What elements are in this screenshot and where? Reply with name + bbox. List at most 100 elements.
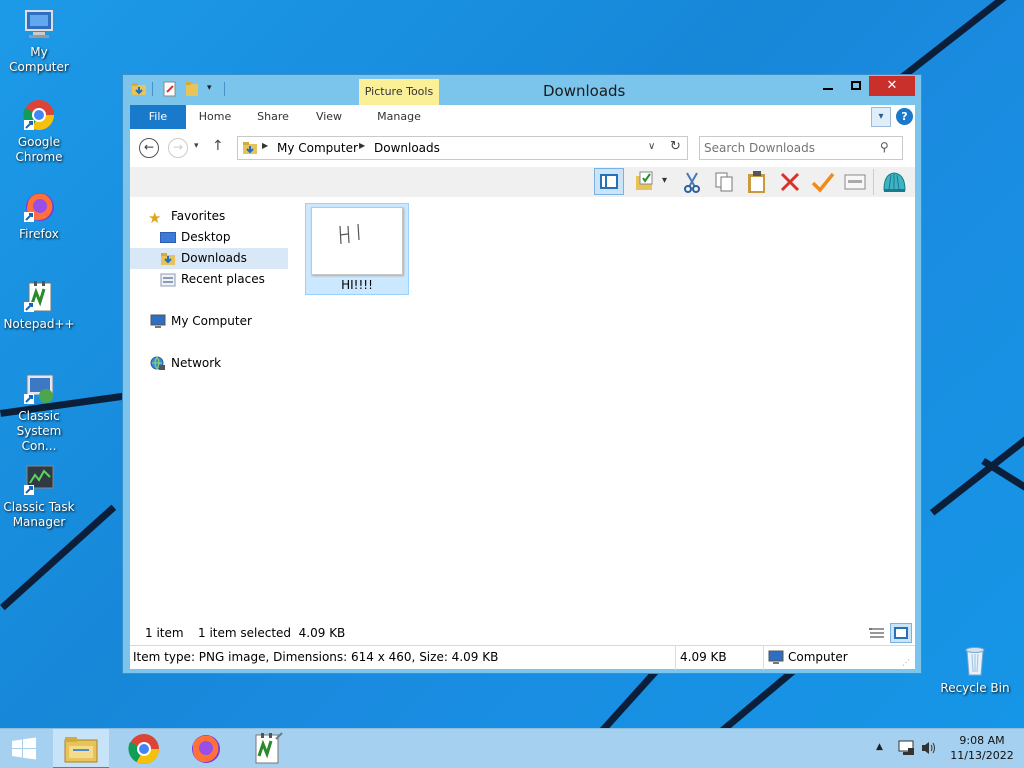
delete-icon[interactable] — [779, 171, 801, 193]
minimize-button[interactable] — [815, 76, 842, 96]
details-view-button[interactable] — [868, 625, 886, 642]
taskbar-firefox[interactable] — [178, 729, 234, 768]
start-button[interactable] — [0, 729, 48, 768]
file-details-info: Item type: PNG image, Dimensions: 614 x … — [133, 650, 499, 664]
tab-share[interactable]: Share — [246, 105, 300, 129]
nav-my-computer[interactable]: My Computer — [130, 311, 288, 332]
cut-icon[interactable] — [682, 171, 702, 193]
tab-manage[interactable]: Manage — [359, 105, 439, 129]
large-icons-view-icon — [894, 627, 908, 639]
forward-button[interactable]: → — [168, 138, 188, 158]
desktop-icon-label: Recycle Bin — [940, 681, 1010, 695]
desktop-icon-label: Firefox — [19, 227, 59, 241]
desktop-icon-classic-task-manager[interactable]: Classic Task Manager — [0, 463, 78, 530]
folder-options-icon[interactable] — [635, 171, 655, 193]
back-button[interactable]: ← — [139, 138, 159, 158]
properties-view-icon[interactable] — [844, 174, 866, 190]
help-button[interactable]: ? — [896, 108, 913, 125]
wallpaper-line — [981, 458, 1024, 496]
nav-desktop[interactable]: Desktop — [130, 227, 288, 248]
nav-network[interactable]: Network — [130, 353, 288, 374]
preview-pane-button[interactable] — [594, 168, 624, 195]
ribbon-expand-button[interactable]: ▾ — [871, 107, 891, 127]
clock-time: 9:08 AM — [959, 734, 1005, 747]
item-count: 1 item — [145, 626, 184, 640]
large-icons-view-button[interactable] — [890, 623, 912, 643]
help-icon: ? — [901, 110, 908, 123]
search-input[interactable] — [704, 139, 874, 157]
windows-logo-icon — [12, 737, 36, 760]
up-button[interactable]: ↑ — [212, 138, 224, 154]
folder-options-dropdown-icon[interactable]: ▾ — [662, 175, 667, 186]
clock-date: 11/13/2022 — [950, 749, 1014, 762]
desktop-icon-my-computer[interactable]: My Computer — [0, 8, 78, 75]
qat-separator — [152, 82, 153, 96]
control-panel-icon — [22, 372, 56, 406]
desktop-icon-label: My Computer — [9, 45, 69, 74]
qat-dropdown-icon[interactable]: ▾ — [207, 83, 212, 93]
file-explorer-icon — [64, 737, 98, 763]
nav-downloads[interactable]: Downloads — [130, 248, 288, 269]
close-button[interactable]: ✕ — [869, 76, 915, 96]
firefox-icon — [192, 735, 220, 763]
desktop-icon-label: Google Chrome — [15, 135, 63, 164]
title-bar[interactable]: ▾ Picture Tools Downloads ✕ — [123, 75, 921, 105]
nav-recent-places[interactable]: Recent places — [130, 269, 288, 290]
network-icon — [150, 356, 166, 371]
search-box[interactable]: ⚲ — [699, 136, 903, 160]
desktop-icon-recycle-bin[interactable]: Recycle Bin — [936, 644, 1014, 696]
desktop-icon-label: Classic Task Manager — [3, 500, 75, 529]
resize-grip-icon[interactable]: ⋰ — [902, 658, 910, 667]
network-tray-icon[interactable] — [897, 740, 915, 756]
show-hidden-icons-button[interactable]: ▲ — [876, 742, 883, 752]
taskbar-notepadpp[interactable] — [240, 729, 296, 768]
paste-icon[interactable] — [746, 170, 768, 194]
breadcrumb-my-computer[interactable]: My Computer — [277, 141, 358, 155]
chevron-up-icon: ▲ — [876, 742, 883, 752]
recent-locations-button[interactable]: ▾ — [194, 141, 199, 151]
taskbar-chrome[interactable] — [116, 729, 172, 768]
address-bar[interactable]: ▶ My Computer ▶ Downloads ∨ ↻ — [237, 136, 688, 160]
navigation-pane: ★ Favorites Desktop Downloads Recent pla… — [130, 197, 288, 621]
selection-info: 1 item selected 4.09 KB — [198, 626, 346, 640]
breadcrumb-downloads[interactable]: Downloads — [374, 141, 440, 155]
breadcrumb-separator-icon: ▶ — [359, 141, 366, 150]
taskbar-file-explorer[interactable] — [53, 729, 109, 768]
downloads-icon — [160, 251, 176, 266]
file-details-location: Computer — [788, 650, 848, 664]
chrome-icon — [22, 98, 56, 132]
explorer-window[interactable]: ▾ Picture Tools Downloads ✕ File Home Sh… — [122, 74, 922, 674]
desktop-icon-label: Notepad++ — [3, 317, 75, 331]
computer-icon — [22, 8, 56, 42]
nav-favorites[interactable]: ★ Favorites — [130, 206, 288, 227]
qat-separator — [224, 82, 225, 96]
desktop-icon-firefox[interactable]: Firefox — [0, 190, 78, 242]
tab-view[interactable]: View — [302, 105, 356, 129]
ribbon-tabs: File Home Share View Manage ▾ ? — [130, 105, 915, 129]
new-folder-icon[interactable] — [185, 81, 199, 97]
volume-icon[interactable] — [920, 740, 938, 756]
desktop-icon-classic-system-control[interactable]: Classic System Con... — [0, 372, 78, 454]
details-bar: Item type: PNG image, Dimensions: 614 x … — [130, 645, 915, 670]
desktop-icon-notepadpp[interactable]: Notepad++ — [0, 280, 78, 332]
star-icon: ★ — [148, 209, 162, 227]
status-bar: 1 item 1 item selected 4.09 KB — [130, 621, 915, 645]
rename-check-icon[interactable] — [811, 171, 835, 193]
clock[interactable]: 9:08 AM 11/13/2022 — [944, 733, 1020, 763]
taskbar: ▲ 9:08 AM 11/13/2022 — [0, 728, 1024, 768]
desktop-icon-chrome[interactable]: Google Chrome — [0, 98, 78, 165]
tab-file[interactable]: File — [130, 105, 186, 129]
downloads-folder-icon — [242, 140, 258, 156]
file-thumbnail — [311, 207, 403, 275]
tab-home[interactable]: Home — [188, 105, 242, 129]
shell-icon[interactable] — [882, 170, 907, 194]
folder-icon[interactable] — [131, 81, 147, 97]
address-dropdown-icon[interactable]: ∨ — [648, 141, 655, 152]
desktop-icon — [160, 230, 176, 245]
properties-icon[interactable] — [163, 81, 177, 97]
maximize-button[interactable] — [843, 76, 869, 96]
copy-icon[interactable] — [714, 171, 734, 193]
refresh-icon[interactable]: ↻ — [670, 139, 681, 154]
file-item[interactable]: HI!!!! — [305, 203, 409, 295]
address-row: ← → ▾ ↑ ▶ My Computer ▶ Downloads ∨ ↻ ⚲ — [130, 129, 915, 167]
